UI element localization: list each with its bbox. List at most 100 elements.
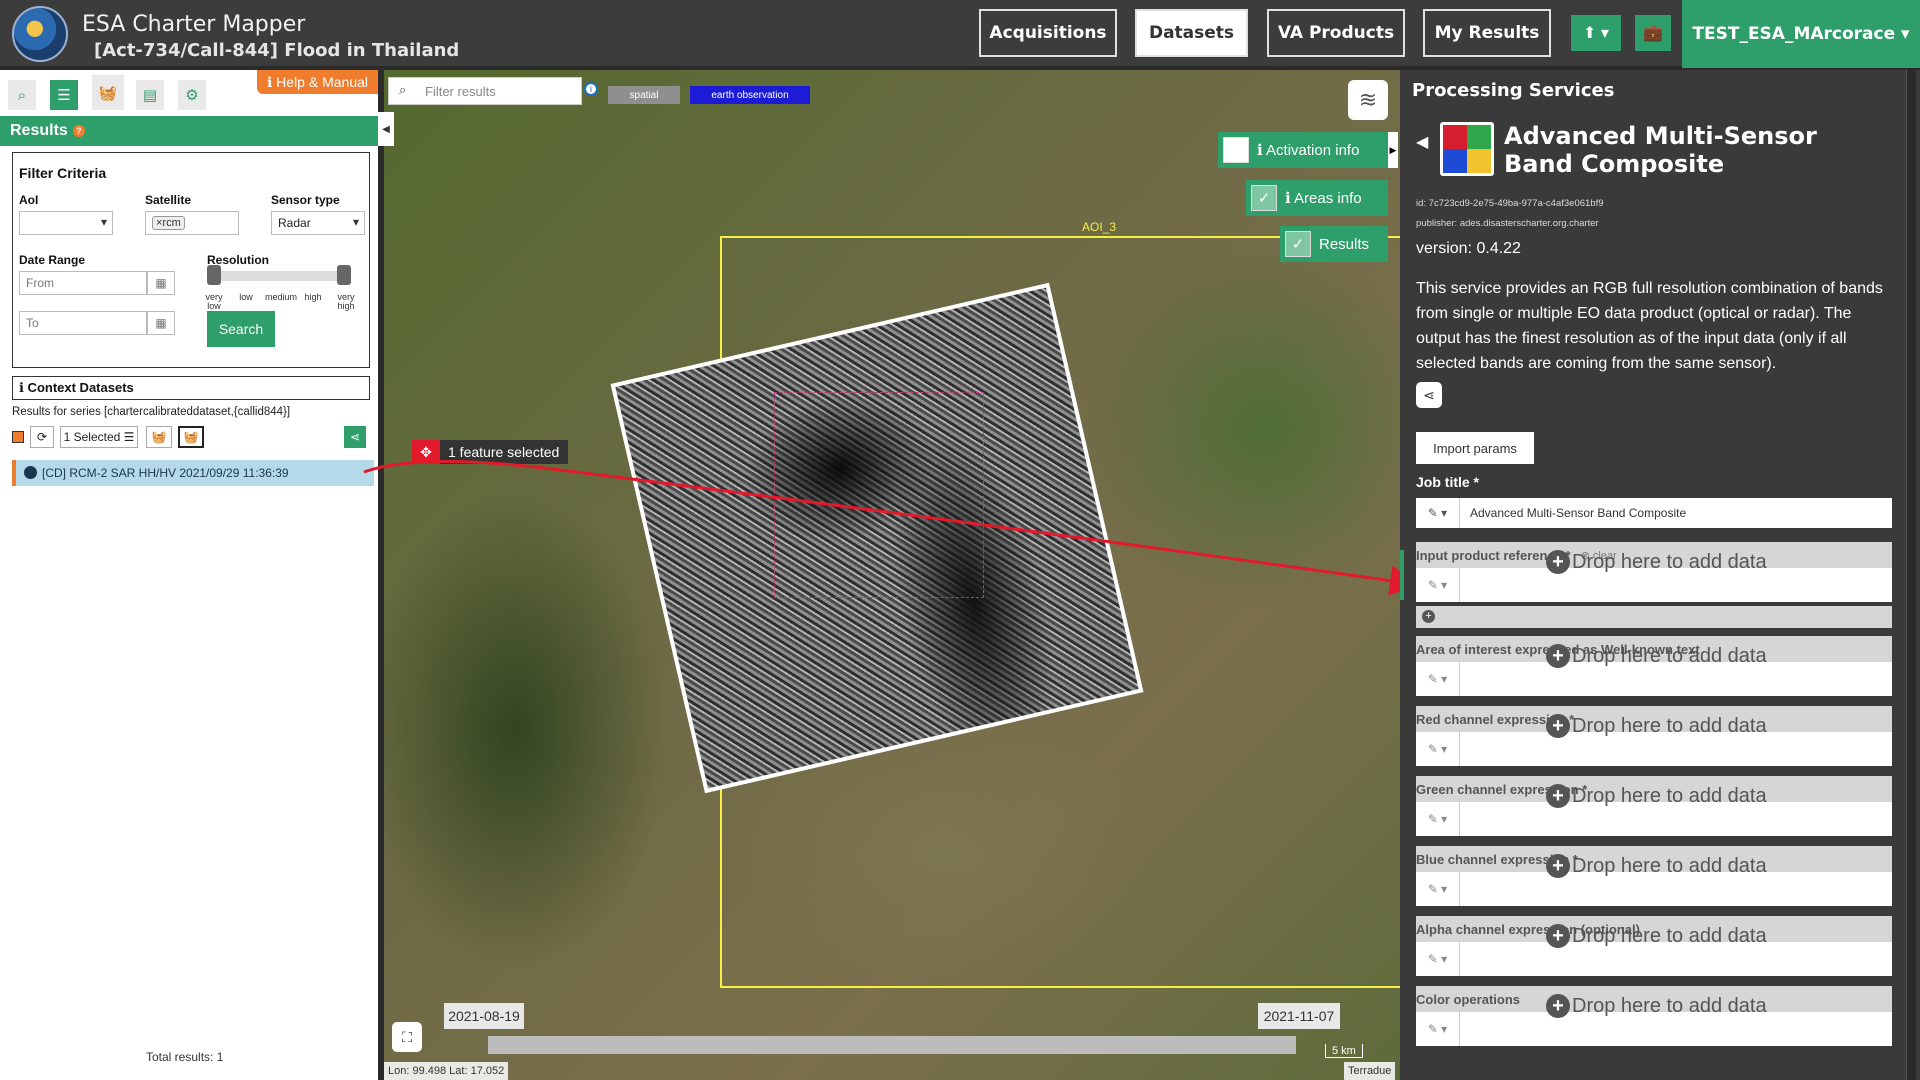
results-tab[interactable]: ☰: [50, 80, 78, 110]
collapse-left-icon[interactable]: ◀: [378, 112, 394, 146]
drop-zone[interactable]: + Drop here to add data: [1546, 550, 1767, 574]
result-item[interactable]: [CD] RCM-2 SAR HH/HV 2021/09/29 11:36:39: [12, 460, 374, 486]
nav-datasets[interactable]: Datasets: [1135, 9, 1248, 57]
activation-checkbox[interactable]: [1223, 137, 1249, 163]
aoi-label: AOI_3: [1082, 220, 1117, 234]
drop-zone[interactable]: + Drop here to add data: [1546, 784, 1767, 808]
basket-tab[interactable]: 🧺: [92, 75, 124, 110]
wand-icon[interactable]: ✎ ▾: [1416, 568, 1460, 602]
globe-icon: [24, 466, 37, 479]
filter-results-input[interactable]: ⌕ Filter results: [388, 77, 582, 105]
param-alpha-channel[interactable]: Alpha channel expression (optional) ✎ ▾ …: [1416, 916, 1892, 976]
param-green-channel[interactable]: Green channel expression * ✎ ▾ + Drop her…: [1416, 776, 1892, 836]
add-input-row[interactable]: +: [1416, 606, 1892, 628]
search-icon: ⌕: [17, 86, 27, 104]
result-item-label: [CD] RCM-2 SAR HH/HV 2021/09/29 11:36:39: [42, 466, 289, 480]
wand-icon[interactable]: ✎ ▾: [1416, 1012, 1460, 1046]
resolution-handle-min[interactable]: [207, 265, 221, 285]
feature-selected-badge[interactable]: ✥ 1 feature selected: [412, 440, 568, 464]
date-to-input[interactable]: To: [19, 311, 147, 335]
nav-my-results[interactable]: My Results: [1423, 9, 1551, 57]
fullscreen-icon[interactable]: ⛶: [392, 1022, 422, 1052]
results-checkbox[interactable]: ✓: [1285, 231, 1311, 257]
top-bar: ESA Charter Mapper [Act-734/Call-844] Fl…: [0, 0, 1920, 68]
help-manual-button[interactable]: ℹ Help & Manual: [257, 70, 378, 94]
param-aoi-wkt[interactable]: Area of interest expressed as Well-known…: [1416, 636, 1892, 696]
param-color-operations[interactable]: Color operations ✎ ▾ + Drop here to add d…: [1416, 986, 1892, 1046]
results-toggle[interactable]: ✓ Results: [1280, 226, 1388, 262]
param-blue-channel[interactable]: Blue channel expression * ✎ ▾ + Drop here…: [1416, 846, 1892, 906]
chip-earth-observation[interactable]: earth observation: [690, 86, 810, 104]
add-to-basket-button[interactable]: 🧺: [146, 426, 172, 448]
calendar-to-icon[interactable]: ▦: [147, 311, 175, 335]
wand-icon[interactable]: ✎ ▾: [1416, 732, 1460, 766]
import-params-button[interactable]: Import params: [1416, 432, 1534, 464]
panel-scrollbar[interactable]: [1906, 70, 1916, 1080]
satellite-tag[interactable]: ×rcm: [152, 216, 185, 230]
drop-zone[interactable]: + Drop here to add data: [1546, 924, 1767, 948]
select-all-checkbox[interactable]: [12, 431, 24, 443]
nav-acquisitions[interactable]: Acquisitions: [979, 9, 1117, 57]
refresh-button[interactable]: ⟳: [30, 426, 54, 448]
basket-remove-button[interactable]: 🧺: [178, 426, 204, 448]
drop-zone[interactable]: + Drop here to add data: [1546, 714, 1767, 738]
nav-va-products[interactable]: VA Products: [1267, 9, 1405, 57]
selected-count-button[interactable]: 1 Selected ☰: [60, 426, 138, 448]
calendar-from-icon[interactable]: ▦: [147, 271, 175, 295]
search-icon: ⌕: [399, 82, 407, 97]
wand-icon[interactable]: ✎ ▾: [1416, 802, 1460, 836]
job-title-input[interactable]: ✎ ▾ Advanced Multi-Sensor Band Composite: [1416, 498, 1892, 528]
chip-spatial[interactable]: spatial: [608, 86, 680, 104]
resolution-handle-max[interactable]: [337, 265, 351, 285]
plus-icon: +: [1546, 644, 1570, 668]
archive-icon: ▤: [142, 87, 158, 104]
upload-dropdown-button[interactable]: ⬆ ▾: [1571, 15, 1621, 51]
drop-zone[interactable]: + Drop here to add data: [1546, 994, 1767, 1018]
feature-selected-label: 1 feature selected: [448, 444, 560, 460]
timeline-end: 2021-11-07: [1258, 1003, 1340, 1029]
wand-icon[interactable]: ✎ ▾: [1416, 942, 1460, 976]
wand-icon[interactable]: ✎ ▾: [1416, 872, 1460, 906]
areas-info-toggle[interactable]: ✓ ℹ Areas info: [1246, 180, 1388, 216]
resolution-slider[interactable]: [207, 271, 345, 281]
left-tabs: ⌕ ☰ 🧺 ▤ ⚙ ℹ Help & Manual: [0, 70, 378, 116]
settings-tab[interactable]: ⚙: [178, 80, 206, 110]
activation-info-toggle[interactable]: ℹ Activation info: [1218, 132, 1388, 168]
layers-icon: ≋: [1358, 87, 1378, 112]
wand-icon[interactable]: ✎ ▾: [1416, 498, 1460, 528]
help-icon[interactable]: ?: [72, 125, 85, 137]
drop-zone[interactable]: + Drop here to add data: [1546, 644, 1767, 668]
wand-icon[interactable]: ✎ ▾: [1416, 662, 1460, 696]
info-icon[interactable]: i: [584, 82, 598, 96]
activation-info-label: ℹ Activation info: [1257, 142, 1360, 159]
sensor-type-select[interactable]: Radar: [271, 211, 365, 235]
archive-tab[interactable]: ▤: [136, 80, 164, 110]
search-tab[interactable]: ⌕: [8, 80, 36, 110]
drop-zone[interactable]: + Drop here to add data: [1546, 854, 1767, 878]
user-menu[interactable]: TEST_ESA_MArcorace ▾: [1682, 0, 1920, 68]
share-results-button[interactable]: ⋖: [344, 426, 366, 448]
app-root: ESA Charter Mapper [Act-734/Call-844] Fl…: [0, 0, 1920, 1080]
list-icon: ☰: [57, 87, 71, 104]
param-red-channel[interactable]: Red channel expression * ✎ ▾ + Drop here …: [1416, 706, 1892, 766]
satellite-input[interactable]: ×rcm: [145, 211, 239, 235]
date-from-input[interactable]: From: [19, 271, 147, 295]
collapse-right-icon[interactable]: ▶: [1388, 132, 1398, 168]
search-button[interactable]: Search: [207, 311, 275, 347]
timeline-slider[interactable]: [488, 1036, 1296, 1054]
aoi-select[interactable]: [19, 211, 113, 235]
param-input-product[interactable]: Input product reference * ⊗ clear ✎ ▾ + Dr…: [1416, 542, 1892, 602]
context-datasets[interactable]: ℹ Context Datasets: [12, 376, 370, 400]
areas-checkbox[interactable]: ✓: [1251, 185, 1277, 211]
areas-info-label: ℹ Areas info: [1285, 190, 1362, 207]
back-icon[interactable]: ◀: [1416, 132, 1428, 152]
results-label: Results: [10, 122, 68, 139]
results-toolbar: ⟳ 1 Selected ☰ 🧺 🧺 ⋖: [12, 426, 372, 450]
upload-icon: ⬆ ▾: [1583, 25, 1609, 42]
charter-logo: [12, 6, 68, 62]
layers-button[interactable]: ≋: [1348, 80, 1388, 120]
briefcase-button[interactable]: 💼: [1635, 15, 1671, 51]
share-service-button[interactable]: ⋖: [1416, 382, 1442, 408]
service-description: This service provides an RGB full resolu…: [1416, 280, 1883, 372]
attribution: Terradue: [1344, 1062, 1396, 1080]
